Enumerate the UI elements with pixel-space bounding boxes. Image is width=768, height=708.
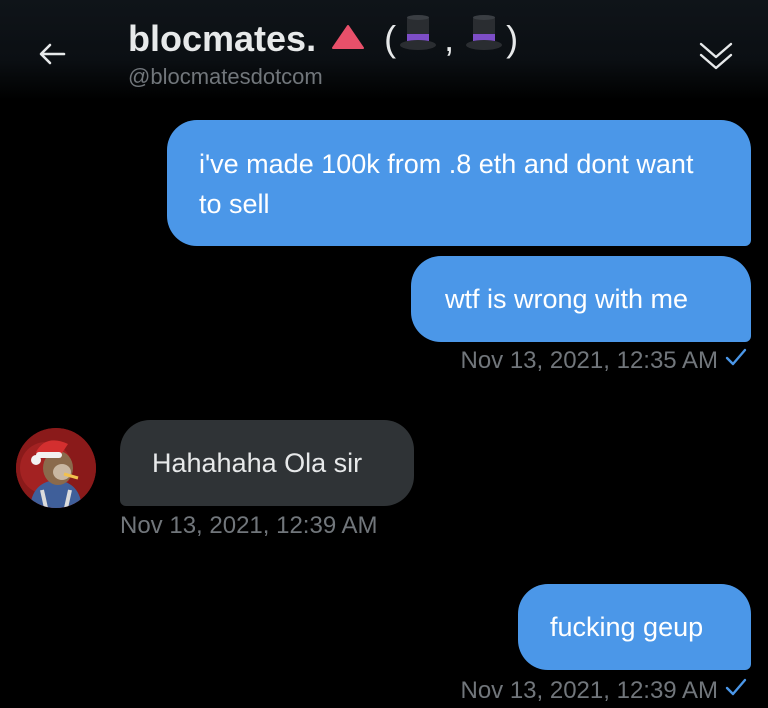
message-meta: Nov 13, 2021, 12:39 AM — [460, 676, 748, 705]
message-timestamp: Nov 13, 2021, 12:39 AM — [460, 676, 718, 704]
message-bubble-incoming[interactable]: Hahahaha Ola sir — [120, 420, 414, 506]
avatar-icon[interactable] — [16, 428, 96, 508]
message-timestamp: Nov 13, 2021, 12:35 AM — [460, 346, 718, 374]
back-button[interactable] — [36, 38, 68, 70]
message-bubble-outgoing[interactable]: wtf is wrong with me — [411, 256, 751, 342]
message-timestamp: Nov 13, 2021, 12:39 AM — [120, 512, 378, 539]
top-hat-icon — [398, 14, 438, 63]
message-meta: Nov 13, 2021, 12:35 AM — [460, 346, 748, 375]
double-chevron-down-icon — [699, 42, 733, 70]
paren-separator: , — [444, 17, 455, 59]
conversation-title[interactable]: blocmates. ( , ) — [128, 14, 518, 63]
arrow-left-icon — [39, 43, 66, 65]
paren-close: ) — [506, 17, 519, 59]
message-bubble-outgoing[interactable]: i've made 100k from .8 eth and dont want… — [167, 120, 751, 246]
red-triangle-icon — [330, 18, 366, 60]
message-bubble-outgoing[interactable]: fucking geup — [518, 584, 751, 670]
username-handle[interactable]: @blocmatesdotcom — [128, 64, 323, 90]
paren-open: ( — [384, 17, 397, 59]
top-hat-icon — [464, 14, 504, 63]
check-icon — [724, 346, 748, 375]
conversation-header: blocmates. ( , ) @blocmatesdotcom — [0, 0, 768, 100]
check-icon — [724, 676, 748, 705]
collapse-button[interactable] — [694, 36, 738, 76]
display-name: blocmates. — [128, 17, 317, 59]
